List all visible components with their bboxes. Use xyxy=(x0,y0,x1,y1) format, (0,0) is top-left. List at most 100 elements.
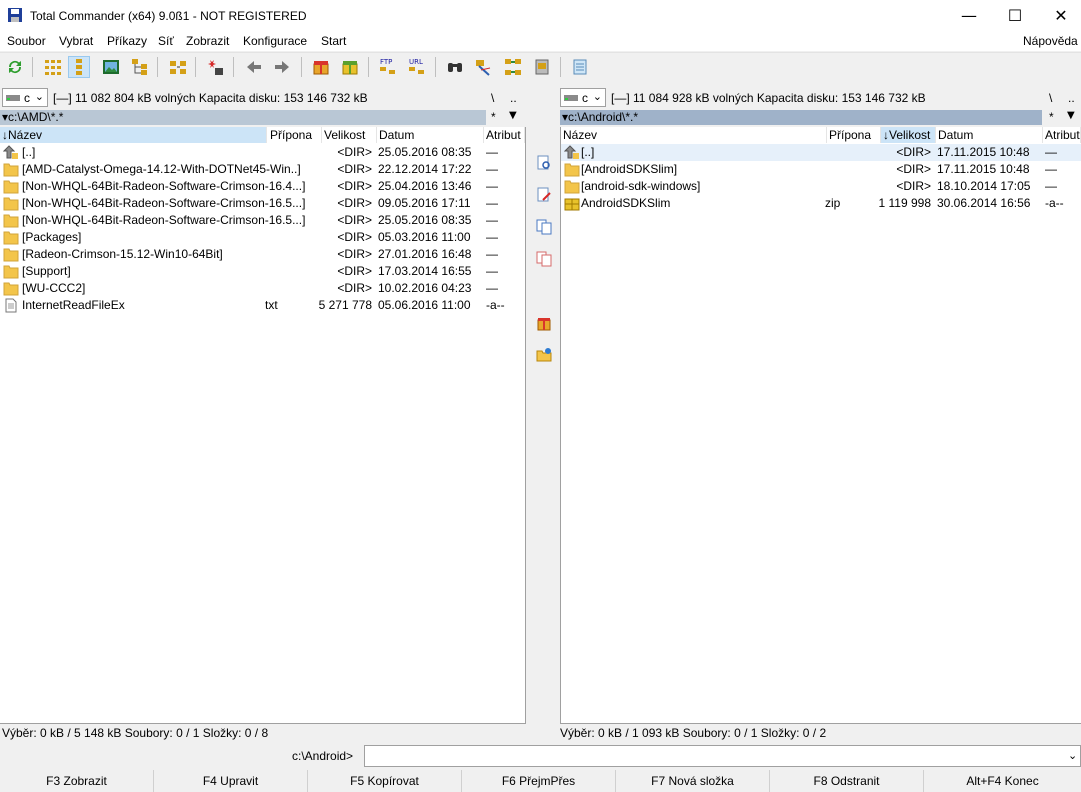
f8-delete-button[interactable]: F8 Odstranit xyxy=(770,770,924,792)
left-file-row[interactable]: [Non-WHQL-64Bit-Radeon-Software-Crimson-… xyxy=(0,178,525,195)
altf4-exit-button[interactable]: Alt+F4 Konec xyxy=(924,770,1081,792)
f6-move-button[interactable]: F6 PřejmPřes xyxy=(462,770,616,792)
file-ext xyxy=(825,161,875,178)
menu-zobrazit[interactable]: Zobrazit xyxy=(186,34,229,48)
left-file-row[interactable]: [Support] <DIR> 17.03.2014 16:55— xyxy=(0,263,525,280)
forward-button[interactable] xyxy=(271,56,293,78)
right-file-row[interactable]: [AndroidSDKSlim] <DIR> 17.11.2015 10:48 — xyxy=(561,161,1081,178)
right-col-size[interactable]: ↓Velikost xyxy=(881,127,936,143)
right-col-ext[interactable]: Přípona xyxy=(827,127,881,143)
menu-soubor[interactable]: Soubor xyxy=(7,34,46,48)
left-col-size[interactable]: Velikost xyxy=(322,127,377,143)
left-file-row[interactable]: [Non-WHQL-64Bit-Radeon-Software-Crimson-… xyxy=(0,195,525,212)
right-path[interactable]: ▾c:\Android\*.* xyxy=(560,110,1042,125)
right-root-button[interactable]: \ xyxy=(1049,91,1052,105)
right-file-list[interactable]: Název Přípona ↓Velikost Datum Atribut [.… xyxy=(560,127,1081,724)
menu-prikazy[interactable]: Příkazy xyxy=(107,34,147,48)
find-button[interactable] xyxy=(444,56,466,78)
url-button[interactable]: URL xyxy=(406,56,428,78)
left-col-ext[interactable]: Přípona xyxy=(268,127,322,143)
select-files-button[interactable] xyxy=(204,56,226,78)
right-file-row[interactable]: [android-sdk-windows] <DIR> 18.10.2014 17:… xyxy=(561,178,1081,195)
left-status: Výběr: 0 kB / 5 148 kB Soubory: 0 / 1 Sl… xyxy=(0,724,526,742)
left-root-button[interactable]: \ xyxy=(491,91,494,105)
maximize-button[interactable]: ☐ xyxy=(992,0,1038,31)
sync-button[interactable] xyxy=(531,56,553,78)
right-drive-select[interactable]: c ⌄ xyxy=(560,88,606,107)
new-folder-button[interactable] xyxy=(534,345,554,365)
tree-view-button[interactable] xyxy=(129,56,151,78)
f3-view-button[interactable]: F3 Zobrazit xyxy=(0,770,154,792)
thumbnail-view-button[interactable] xyxy=(100,56,122,78)
left-file-row[interactable]: [Non-WHQL-64Bit-Radeon-Software-Crimson-… xyxy=(0,212,525,229)
multi-rename-button[interactable] xyxy=(473,56,495,78)
right-up-button[interactable]: .. xyxy=(1068,91,1075,105)
left-col-name[interactable]: ↓Název xyxy=(0,127,267,143)
unpack-button[interactable] xyxy=(339,56,361,78)
copy-file-button[interactable] xyxy=(534,217,554,237)
right-filter-button[interactable]: * xyxy=(1049,110,1054,124)
pack-icon xyxy=(313,61,329,75)
left-col-attr[interactable]: Atribut xyxy=(484,127,525,143)
select-icon xyxy=(208,60,223,75)
left-file-row[interactable]: [WU-CCC2] <DIR> 10.02.2016 04:23— xyxy=(0,280,525,297)
cmdline-input[interactable] xyxy=(364,745,1081,767)
left-filter-button[interactable]: * xyxy=(491,110,496,124)
find-icon xyxy=(448,63,462,72)
sync-icon xyxy=(535,59,549,75)
file-size: <DIR> xyxy=(896,162,931,176)
menu-vybrat[interactable]: Vybrat xyxy=(59,34,93,48)
left-history-dropdown-icon[interactable]: ▼ xyxy=(509,110,517,121)
file-attr: -a-- xyxy=(486,298,505,312)
file-size: <DIR> xyxy=(896,145,931,159)
back-button[interactable] xyxy=(243,56,265,78)
move-file-button[interactable] xyxy=(534,249,554,269)
right-col-attr[interactable]: Atribut xyxy=(1043,127,1081,143)
refresh-button[interactable] xyxy=(4,56,26,78)
multi-rename-icon xyxy=(476,60,491,76)
right-file-row[interactable]: [..] <DIR> 17.11.2015 10:48 — xyxy=(561,144,1081,161)
pack-button[interactable] xyxy=(310,56,332,78)
compare-button[interactable] xyxy=(502,56,524,78)
pack-files-button[interactable] xyxy=(534,313,554,333)
left-file-row[interactable]: [Packages] <DIR> 05.03.2016 11:00— xyxy=(0,229,525,246)
right-col-date[interactable]: Datum xyxy=(936,127,1043,143)
left-file-row[interactable]: [Radeon-Crimson-15.12-Win10-64Bit] <DIR> 2… xyxy=(0,246,525,263)
notepad-button[interactable] xyxy=(569,56,591,78)
left-file-row[interactable]: [..] <DIR> 25.05.2016 08:35— xyxy=(0,144,525,161)
menu-napoveda[interactable]: Nápověda xyxy=(1023,34,1078,48)
left-col-date[interactable]: Datum xyxy=(377,127,484,143)
brief-view-icon xyxy=(45,60,61,75)
file-date: 18.10.2014 17:05 xyxy=(937,179,1031,193)
sync-dirs-button[interactable] xyxy=(167,56,189,78)
left-file-row[interactable]: InternetReadFileEx txt 5 271 778 05.06.2016… xyxy=(0,297,525,314)
ftp-connect-button[interactable]: FTP xyxy=(377,56,399,78)
menu-sit[interactable]: Síť xyxy=(158,34,174,48)
right-col-name[interactable]: Název xyxy=(561,127,827,143)
menu-start[interactable]: Start xyxy=(321,34,346,48)
f4-edit-button[interactable]: F4 Upravit xyxy=(154,770,308,792)
brief-view-button[interactable] xyxy=(42,56,64,78)
right-history-dropdown-icon[interactable]: ▼ xyxy=(1067,110,1075,121)
view-file-button[interactable] xyxy=(534,153,554,173)
right-drive-bar: c ⌄ [—] 11 084 928 kB volných Kapacita d… xyxy=(558,86,1081,108)
full-view-button[interactable] xyxy=(68,56,90,78)
minimize-button[interactable]: — xyxy=(946,0,992,31)
left-file-list[interactable]: ↓Název Přípona Velikost Datum Atribut [.… xyxy=(0,127,526,724)
left-path[interactable]: ▾c:\AMD\*.* xyxy=(0,110,486,125)
close-button[interactable]: ✕ xyxy=(1038,0,1081,31)
file-date: 05.06.2016 11:00 xyxy=(378,298,471,312)
close-icon: ✕ xyxy=(1054,6,1068,25)
menu-konfigurace[interactable]: Konfigurace xyxy=(243,34,307,48)
right-file-row[interactable]: AndroidSDKSlim zip 1 119 998 30.06.2014 16:… xyxy=(561,195,1081,212)
file-ext xyxy=(265,212,315,229)
left-drive-select[interactable]: c ⌄ xyxy=(2,88,48,107)
chevron-down-icon[interactable]: ⌄ xyxy=(1068,749,1077,762)
left-file-row[interactable]: [AMD-Catalyst-Omega-14.12-With-DOTNet45-… xyxy=(0,161,525,178)
f5-copy-button[interactable]: F5 Kopírovat xyxy=(308,770,462,792)
edit-file-button[interactable] xyxy=(534,185,554,205)
f7-new-folder-button[interactable]: F7 Nová složka xyxy=(616,770,770,792)
toolbar: FTP URL xyxy=(0,52,1081,81)
file-size: 1 119 998 xyxy=(878,196,932,210)
left-up-button[interactable]: .. xyxy=(510,91,517,105)
